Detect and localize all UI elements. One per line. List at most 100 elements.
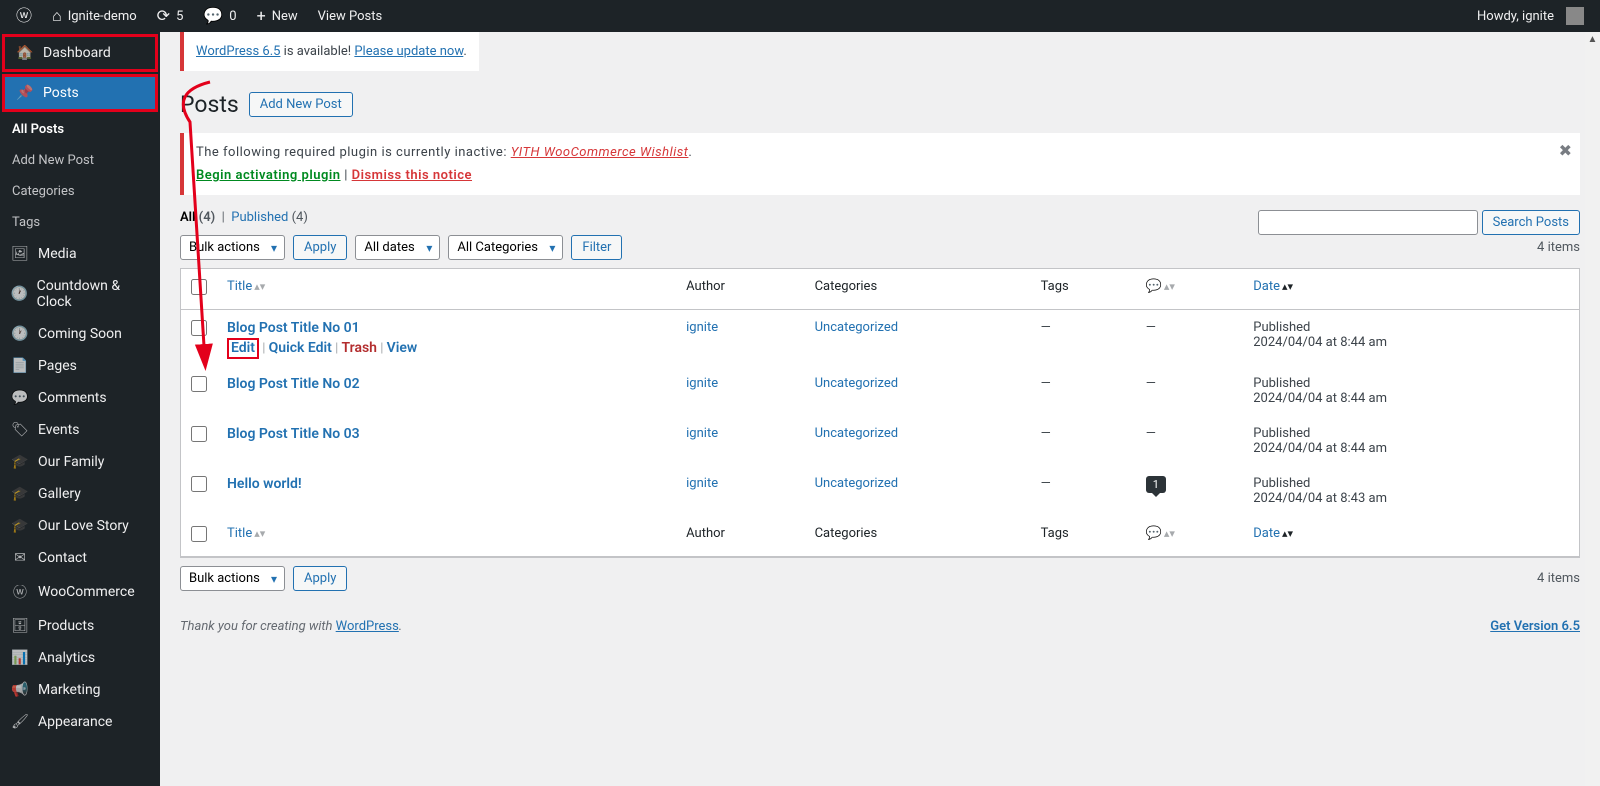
filter-all[interactable]: All (4)	[180, 210, 215, 225]
site-name-link[interactable]: ⌂Ignite-demo	[44, 0, 145, 32]
sidebar-item-products[interactable]: 🗄Products	[0, 610, 160, 642]
woo-icon: ⓦ	[10, 582, 30, 602]
scrollbar[interactable]: ▲	[1585, 32, 1600, 786]
clock-icon: 🕐	[10, 326, 30, 342]
col-title[interactable]: Title▴▾	[217, 269, 676, 310]
sidebar-item-love-story[interactable]: 🎓Our Love Story	[0, 510, 160, 542]
category-link[interactable]: Uncategorized	[815, 320, 898, 335]
wp-logo[interactable]: ⓦ	[8, 0, 40, 32]
add-new-post-button[interactable]: Add New Post	[249, 92, 353, 117]
scroll-up-arrow[interactable]: ▲	[1585, 32, 1600, 47]
wp-version-link[interactable]: WordPress 6.5	[196, 44, 280, 59]
account-link[interactable]: Howdy, ignite	[1469, 0, 1592, 32]
sidebar-item-pages[interactable]: 📄Pages	[0, 350, 160, 382]
table-row: Blog Post Title No 01 Edit | Quick Edit …	[181, 310, 1579, 366]
bulk-actions-select-bottom[interactable]: Bulk actions	[180, 566, 285, 591]
dismiss-notice-link[interactable]: Dismiss this notice	[352, 168, 472, 183]
sidebar-item-events[interactable]: 🏷Events	[0, 414, 160, 446]
filter-published[interactable]: Published (4)	[231, 210, 308, 225]
update-nag: WordPress 6.5 is available! Please updat…	[180, 32, 479, 71]
wordpress-link[interactable]: WordPress	[336, 619, 399, 634]
bulk-actions-select[interactable]: Bulk actions	[180, 235, 285, 260]
avatar-icon	[1566, 7, 1584, 25]
sidebar-item-woocommerce[interactable]: ⓦWooCommerce	[0, 574, 160, 610]
col-comments-footer[interactable]: 💬▴▾	[1136, 516, 1244, 557]
row-checkbox[interactable]	[191, 426, 207, 442]
plugin-link[interactable]: YITH WooCommerce Wishlist	[511, 145, 689, 160]
col-author-footer: Author	[676, 516, 804, 557]
row-checkbox[interactable]	[191, 376, 207, 392]
media-icon: 🖼	[10, 246, 30, 262]
update-now-link[interactable]: Please update now	[354, 44, 463, 59]
table-row: Blog Post Title No 02 ignite Uncategoriz…	[181, 366, 1579, 416]
admin-footer: Thank you for creating with WordPress. G…	[180, 599, 1580, 654]
sidebar-item-gallery[interactable]: 🎓Gallery	[0, 478, 160, 510]
category-filter-select[interactable]: All Categories	[448, 235, 563, 260]
row-checkbox[interactable]	[191, 476, 207, 492]
row-action-edit[interactable]: Edit	[231, 340, 255, 356]
search-input[interactable]	[1258, 210, 1478, 235]
sidebar-item-coming-soon[interactable]: 🕐Coming Soon	[0, 318, 160, 350]
view-posts-link[interactable]: View Posts	[310, 0, 391, 32]
col-date[interactable]: Date▴▾	[1243, 269, 1579, 310]
sidebar-sub-add-new[interactable]: Add New Post	[0, 145, 160, 176]
filter-button[interactable]: Filter	[571, 235, 622, 260]
cap-icon: 🎓	[10, 454, 30, 470]
search-posts-button[interactable]: Search Posts	[1482, 210, 1580, 235]
author-link[interactable]: ignite	[686, 376, 718, 391]
row-action-view[interactable]: View	[387, 340, 418, 356]
updates-link[interactable]: ⟳5	[149, 0, 192, 32]
comments-link[interactable]: 💬0	[195, 0, 244, 32]
sidebar-item-contact[interactable]: ✉Contact	[0, 542, 160, 574]
sidebar-item-appearance[interactable]: 🖌Appearance	[0, 706, 160, 738]
category-link[interactable]: Uncategorized	[815, 476, 898, 491]
get-version-link[interactable]: Get Version 6.5	[1490, 619, 1580, 634]
row-checkbox[interactable]	[191, 320, 207, 336]
comment-count-bubble[interactable]: 1	[1146, 476, 1166, 493]
sidebar-item-posts[interactable]: 📌Posts	[2, 74, 158, 112]
begin-activating-link[interactable]: Begin activating plugin	[196, 168, 341, 183]
author-link[interactable]: ignite	[686, 476, 718, 491]
sidebar-sub-tags[interactable]: Tags	[0, 207, 160, 238]
sidebar-sub-all-posts[interactable]: All Posts	[0, 114, 160, 145]
mail-icon: ✉	[10, 550, 30, 566]
main-content: WordPress 6.5 is available! Please updat…	[160, 32, 1600, 786]
sidebar-item-comments[interactable]: 💬Comments	[0, 382, 160, 414]
apply-bulk-button[interactable]: Apply	[293, 235, 347, 260]
sidebar-sub-categories[interactable]: Categories	[0, 176, 160, 207]
sidebar-item-our-family[interactable]: 🎓Our Family	[0, 446, 160, 478]
plugin-notice: ✖ The following required plugin is curre…	[180, 133, 1580, 195]
archive-icon: 🗄	[10, 618, 30, 634]
sidebar-item-marketing[interactable]: 📢Marketing	[0, 674, 160, 706]
row-action-trash[interactable]: Trash	[342, 340, 377, 356]
col-comments[interactable]: 💬▴▾	[1136, 269, 1244, 310]
post-title-link[interactable]: Hello world!	[227, 476, 302, 492]
sidebar-item-media[interactable]: 🖼Media	[0, 238, 160, 270]
new-label: New	[272, 9, 298, 24]
dashboard-icon: 🏠	[15, 45, 35, 61]
sidebar-item-countdown[interactable]: 🕐Countdown & Clock	[0, 270, 160, 318]
comment-icon: 💬	[203, 8, 223, 24]
col-title-footer[interactable]: Title▴▾	[217, 516, 676, 557]
category-link[interactable]: Uncategorized	[815, 426, 898, 441]
select-all-checkbox[interactable]	[191, 279, 207, 295]
author-link[interactable]: ignite	[686, 320, 718, 335]
sidebar-item-analytics[interactable]: 📊Analytics	[0, 642, 160, 674]
author-link[interactable]: ignite	[686, 426, 718, 441]
row-action-quick-edit[interactable]: Quick Edit	[269, 340, 332, 356]
table-row: Blog Post Title No 03 ignite Uncategoriz…	[181, 416, 1579, 466]
post-title-link[interactable]: Blog Post Title No 03	[227, 426, 360, 442]
select-all-checkbox-footer[interactable]	[191, 526, 207, 542]
admin-toolbar: ⓦ ⌂Ignite-demo ⟳5 💬0 +New View Posts How…	[0, 0, 1600, 32]
dismiss-icon[interactable]: ✖	[1559, 141, 1572, 160]
category-link[interactable]: Uncategorized	[815, 376, 898, 391]
new-content-link[interactable]: +New	[249, 0, 306, 32]
col-date-footer[interactable]: Date▴▾	[1243, 516, 1579, 557]
updates-count: 5	[176, 9, 183, 24]
date-filter-select[interactable]: All dates	[355, 235, 440, 260]
sidebar-item-dashboard[interactable]: 🏠Dashboard	[2, 34, 158, 72]
apply-bulk-button-bottom[interactable]: Apply	[293, 566, 347, 591]
post-title-link[interactable]: Blog Post Title No 01	[227, 320, 360, 336]
post-title-link[interactable]: Blog Post Title No 02	[227, 376, 360, 392]
comment-icon: 💬	[1146, 526, 1162, 541]
